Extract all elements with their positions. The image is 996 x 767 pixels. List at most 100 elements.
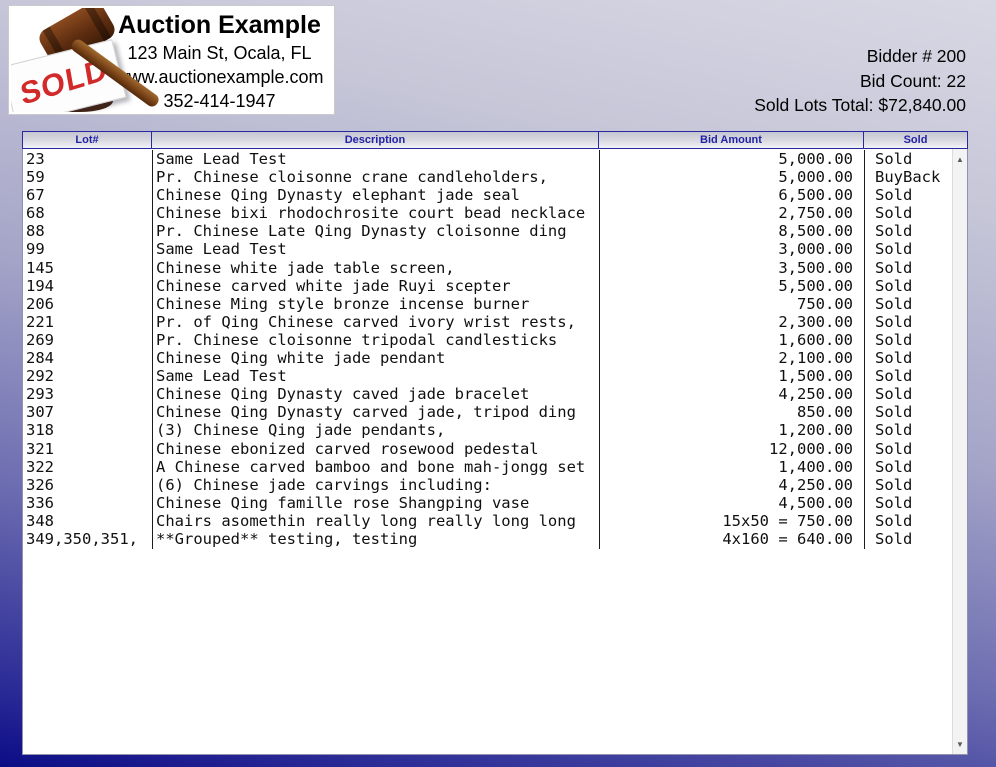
table-row[interactable]: 23Same Lead Test5,000.00Sold [23, 150, 967, 168]
lot-cell: 292 [23, 367, 153, 385]
description-cell: Chinese Qing Dynasty caved jade bracelet [153, 385, 599, 403]
bid-amount-cell: 1,400.00 [599, 458, 864, 476]
bid-amount-cell: 6,500.00 [599, 186, 864, 204]
description-cell: A Chinese carved bamboo and bone mah-jon… [153, 458, 599, 476]
description-cell: Chinese Qing white jade pendant [153, 349, 599, 367]
bid-amount-cell: 4x160 = 640.00 [599, 530, 864, 548]
bidder-summary: Bidder # 200 Bid Count: 22 Sold Lots Tot… [754, 44, 966, 118]
bid-amount-cell: 4,500.00 [599, 494, 864, 512]
lot-cell: 145 [23, 259, 153, 277]
table-row[interactable]: 206Chinese Ming style bronze incense bur… [23, 295, 967, 313]
column-header-description[interactable]: Description [152, 132, 599, 148]
bid-amount-cell: 2,100.00 [599, 349, 864, 367]
scroll-up-icon[interactable]: ▲ [953, 151, 967, 167]
bid-amount-cell: 8,500.00 [599, 222, 864, 240]
table-row[interactable]: 322A Chinese carved bamboo and bone mah-… [23, 458, 967, 476]
table-row[interactable]: 68Chinese bixi rhodochrosite court bead … [23, 204, 967, 222]
sold-lots-total: Sold Lots Total: $72,840.00 [754, 93, 966, 118]
table-row[interactable]: 221Pr. of Qing Chinese carved ivory wris… [23, 313, 967, 331]
description-cell: Chinese Qing Dynasty carved jade, tripod… [153, 403, 599, 421]
bid-amount-cell: 12,000.00 [599, 440, 864, 458]
column-header-bid-amount[interactable]: Bid Amount [599, 132, 864, 148]
company-address: 123 Main St, Ocala, FL [107, 41, 332, 65]
lot-cell: 318 [23, 421, 153, 439]
bid-amount-cell: 3,500.00 [599, 259, 864, 277]
grid-body: 23Same Lead Test5,000.00Sold59Pr. Chines… [22, 149, 968, 755]
lot-cell: 269 [23, 331, 153, 349]
table-row[interactable]: 326(6) Chinese jade carvings including:4… [23, 476, 967, 494]
table-row[interactable]: 67Chinese Qing Dynasty elephant jade sea… [23, 186, 967, 204]
lot-cell: 194 [23, 277, 153, 295]
bid-amount-cell: 5,500.00 [599, 277, 864, 295]
company-logo-box: SOLD Auction Example 123 Main St, Ocala,… [8, 5, 335, 115]
lot-cell: 321 [23, 440, 153, 458]
bid-amount-cell: 750.00 [599, 295, 864, 313]
auction-window: SOLD Auction Example 123 Main St, Ocala,… [0, 0, 996, 767]
description-cell: Same Lead Test [153, 240, 599, 258]
column-header-sold[interactable]: Sold [864, 132, 967, 148]
grid-header: Lot# Description Bid Amount Sold [22, 131, 968, 149]
bid-amount-cell: 2,750.00 [599, 204, 864, 222]
description-cell: Chinese white jade table screen, [153, 259, 599, 277]
table-row[interactable]: 88Pr. Chinese Late Qing Dynasty cloisonn… [23, 222, 967, 240]
lot-cell: 68 [23, 204, 153, 222]
description-cell: Chairs asomethin really long really long… [153, 512, 599, 530]
description-cell: Same Lead Test [153, 367, 599, 385]
description-cell: (6) Chinese jade carvings including: [153, 476, 599, 494]
bid-count: Bid Count: 22 [754, 69, 966, 94]
table-row[interactable]: 194Chinese carved white jade Ruyi scepte… [23, 277, 967, 295]
lot-cell: 307 [23, 403, 153, 421]
lot-cell: 206 [23, 295, 153, 313]
lot-cell: 99 [23, 240, 153, 258]
lot-cell: 221 [23, 313, 153, 331]
table-row[interactable]: 321Chinese ebonized carved rosewood pede… [23, 440, 967, 458]
description-cell: Same Lead Test [153, 150, 599, 168]
column-divider [599, 150, 600, 549]
bid-amount-cell: 1,500.00 [599, 367, 864, 385]
description-cell: Chinese bixi rhodochrosite court bead ne… [153, 204, 599, 222]
description-cell: Pr. Chinese cloisonne tripodal candlesti… [153, 331, 599, 349]
lot-cell: 23 [23, 150, 153, 168]
table-row[interactable]: 307Chinese Qing Dynasty carved jade, tri… [23, 403, 967, 421]
bid-amount-cell: 850.00 [599, 403, 864, 421]
lot-cell: 88 [23, 222, 153, 240]
lot-cell: 59 [23, 168, 153, 186]
scroll-down-icon[interactable]: ▼ [953, 736, 967, 752]
bid-amount-cell: 2,300.00 [599, 313, 864, 331]
description-cell: Chinese ebonized carved rosewood pedesta… [153, 440, 599, 458]
table-row[interactable]: 348Chairs asomethin really long really l… [23, 512, 967, 530]
table-row[interactable]: 318(3) Chinese Qing jade pendants,1,200.… [23, 421, 967, 439]
lot-cell: 348 [23, 512, 153, 530]
company-name: Auction Example [107, 9, 332, 41]
lot-cell: 326 [23, 476, 153, 494]
table-row[interactable]: 145Chinese white jade table screen,3,500… [23, 259, 967, 277]
description-cell: Pr. Chinese cloisonne crane candleholder… [153, 168, 599, 186]
bid-amount-cell: 1,600.00 [599, 331, 864, 349]
table-row[interactable]: 349,350,351,**Grouped** testing, testing… [23, 530, 967, 548]
bid-amount-cell: 1,200.00 [599, 421, 864, 439]
table-row[interactable]: 292Same Lead Test1,500.00Sold [23, 367, 967, 385]
description-cell: Chinese Qing famille rose Shangping vase [153, 494, 599, 512]
description-cell: Chinese Ming style bronze incense burner [153, 295, 599, 313]
description-cell: Pr. Chinese Late Qing Dynasty cloisonne … [153, 222, 599, 240]
bidder-number: Bidder # 200 [754, 44, 966, 69]
table-row[interactable]: 59Pr. Chinese cloisonne crane candlehold… [23, 168, 967, 186]
table-row[interactable]: 99Same Lead Test3,000.00Sold [23, 240, 967, 258]
lot-cell: 293 [23, 385, 153, 403]
lot-cell: 284 [23, 349, 153, 367]
description-cell: (3) Chinese Qing jade pendants, [153, 421, 599, 439]
vertical-scrollbar[interactable]: ▲ ▼ [952, 149, 967, 754]
table-row[interactable]: 269Pr. Chinese cloisonne tripodal candle… [23, 331, 967, 349]
description-cell: Pr. of Qing Chinese carved ivory wrist r… [153, 313, 599, 331]
lots-grid: Lot# Description Bid Amount Sold 23Same … [22, 131, 968, 755]
table-row[interactable]: 284Chinese Qing white jade pendant2,100.… [23, 349, 967, 367]
table-row[interactable]: 336Chinese Qing famille rose Shangping v… [23, 494, 967, 512]
column-header-lot[interactable]: Lot# [23, 132, 152, 148]
lot-cell: 349,350,351, [23, 530, 153, 548]
column-divider [864, 150, 865, 549]
column-divider [152, 150, 153, 549]
bid-amount-cell: 5,000.00 [599, 168, 864, 186]
table-row[interactable]: 293Chinese Qing Dynasty caved jade brace… [23, 385, 967, 403]
bid-amount-cell: 4,250.00 [599, 476, 864, 494]
description-cell: Chinese carved white jade Ruyi scepter [153, 277, 599, 295]
